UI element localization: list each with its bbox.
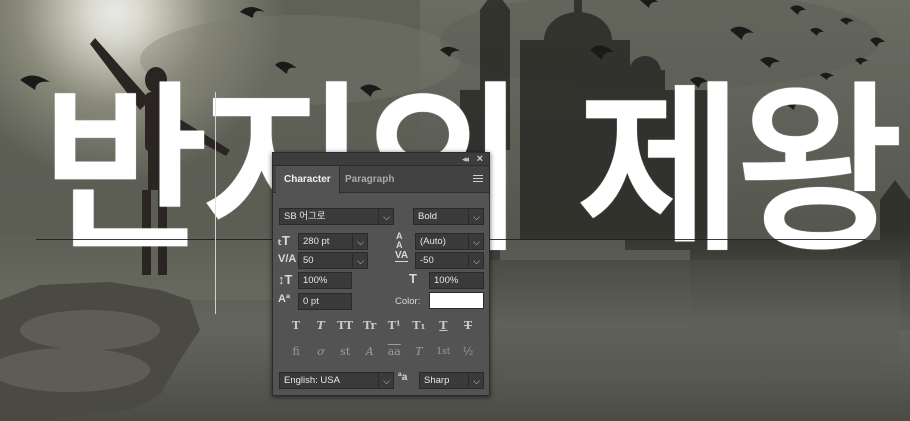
- kerning-icon: V/A: [278, 253, 297, 265]
- color-swatch[interactable]: [429, 292, 484, 309]
- panel-menu-icon[interactable]: [473, 175, 483, 184]
- tab-paragraph[interactable]: Paragraph: [337, 166, 402, 193]
- discretionary-ligatures-button[interactable]: st: [336, 344, 354, 360]
- panel-tabbar: Character Paragraph: [273, 166, 489, 194]
- language-value: English: USA: [284, 375, 340, 386]
- character-panel: ◂◂ × Character Paragraph SB 어그로 ⌵ Bold ⌵…: [272, 152, 490, 396]
- panel-titlebar[interactable]: ◂◂ ×: [273, 153, 489, 166]
- leading-field[interactable]: (Auto) ⌵: [415, 233, 484, 250]
- faux-bold-button[interactable]: T: [287, 318, 305, 334]
- swash-button[interactable]: A: [361, 344, 379, 360]
- horizontal-scale-icon: T: [409, 271, 417, 286]
- leading-icon: AA: [396, 231, 403, 250]
- type-style-buttons: T T TT Tr T¹ T₁ T T: [287, 318, 477, 334]
- font-size-value: 280 pt: [303, 236, 330, 247]
- baseline-shift-icon: Aª: [278, 293, 291, 305]
- strikethrough-button[interactable]: T: [459, 318, 477, 334]
- tracking-value: -50: [420, 255, 434, 266]
- chevron-down-icon: ⌵: [473, 212, 480, 222]
- chevron-down-icon: ⌵: [383, 376, 390, 386]
- close-icon[interactable]: ×: [477, 153, 483, 165]
- horizontal-scale-field[interactable]: 100%: [429, 272, 484, 289]
- font-size-field[interactable]: 280 pt ⌵: [298, 233, 368, 250]
- superscript-button[interactable]: T¹: [385, 318, 403, 334]
- baseline-shift-value: 0 pt: [303, 296, 319, 307]
- font-style-value: Bold: [418, 211, 438, 222]
- text-insertion-cursor: [215, 92, 216, 314]
- vertical-scale-value: 100%: [303, 275, 328, 286]
- chevron-down-icon: ⌵: [357, 237, 364, 247]
- language-select[interactable]: English: USA ⌵: [279, 372, 394, 389]
- leading-value: (Auto): [420, 236, 446, 247]
- chevron-down-icon: ⌵: [473, 256, 480, 266]
- fractions-button[interactable]: ½: [459, 344, 477, 360]
- stylistic-alternates-button[interactable]: aa: [385, 344, 403, 360]
- kerning-value: 50: [303, 255, 314, 266]
- font-family-select[interactable]: SB 어그로 ⌵: [279, 208, 394, 225]
- opentype-buttons: fi ơ st A aa T 1st ½: [287, 344, 477, 360]
- chevron-down-icon: ⌵: [383, 212, 390, 222]
- vertical-scale-icon: ↕T: [278, 272, 293, 287]
- ligatures-button[interactable]: fi: [287, 344, 305, 360]
- small-caps-button[interactable]: Tr: [361, 318, 379, 334]
- faux-italic-button[interactable]: T: [312, 318, 330, 334]
- ordinals-button[interactable]: 1st: [434, 344, 452, 360]
- all-caps-button[interactable]: TT: [336, 318, 354, 334]
- titling-alternates-button[interactable]: T: [410, 344, 428, 360]
- font-size-icon: ₜT: [278, 233, 290, 248]
- chevron-down-icon: ⌵: [473, 376, 480, 386]
- font-family-value: SB 어그로: [284, 211, 326, 222]
- collapse-icon[interactable]: ◂◂: [462, 154, 469, 165]
- antialias-value: Sharp: [424, 375, 450, 386]
- kerning-field[interactable]: 50 ⌵: [298, 252, 368, 269]
- antialias-select[interactable]: Sharp ⌵: [419, 372, 484, 389]
- old-style-button[interactable]: ơ: [312, 344, 330, 360]
- vertical-scale-field[interactable]: 100%: [298, 272, 352, 289]
- underline-button[interactable]: T: [434, 318, 452, 334]
- tracking-icon: VA: [395, 250, 409, 262]
- chevron-down-icon: ⌵: [473, 237, 480, 247]
- font-style-select[interactable]: Bold ⌵: [413, 208, 484, 225]
- antialias-icon: ªa: [398, 372, 408, 383]
- baseline-shift-field[interactable]: 0 pt: [298, 293, 352, 310]
- color-label: Color:: [395, 296, 421, 307]
- chevron-down-icon: ⌵: [357, 256, 364, 266]
- tracking-field[interactable]: -50 ⌵: [415, 252, 484, 269]
- horizontal-scale-value: 100%: [434, 275, 459, 286]
- subscript-button[interactable]: T₁: [410, 318, 428, 334]
- tab-character[interactable]: Character: [276, 166, 340, 194]
